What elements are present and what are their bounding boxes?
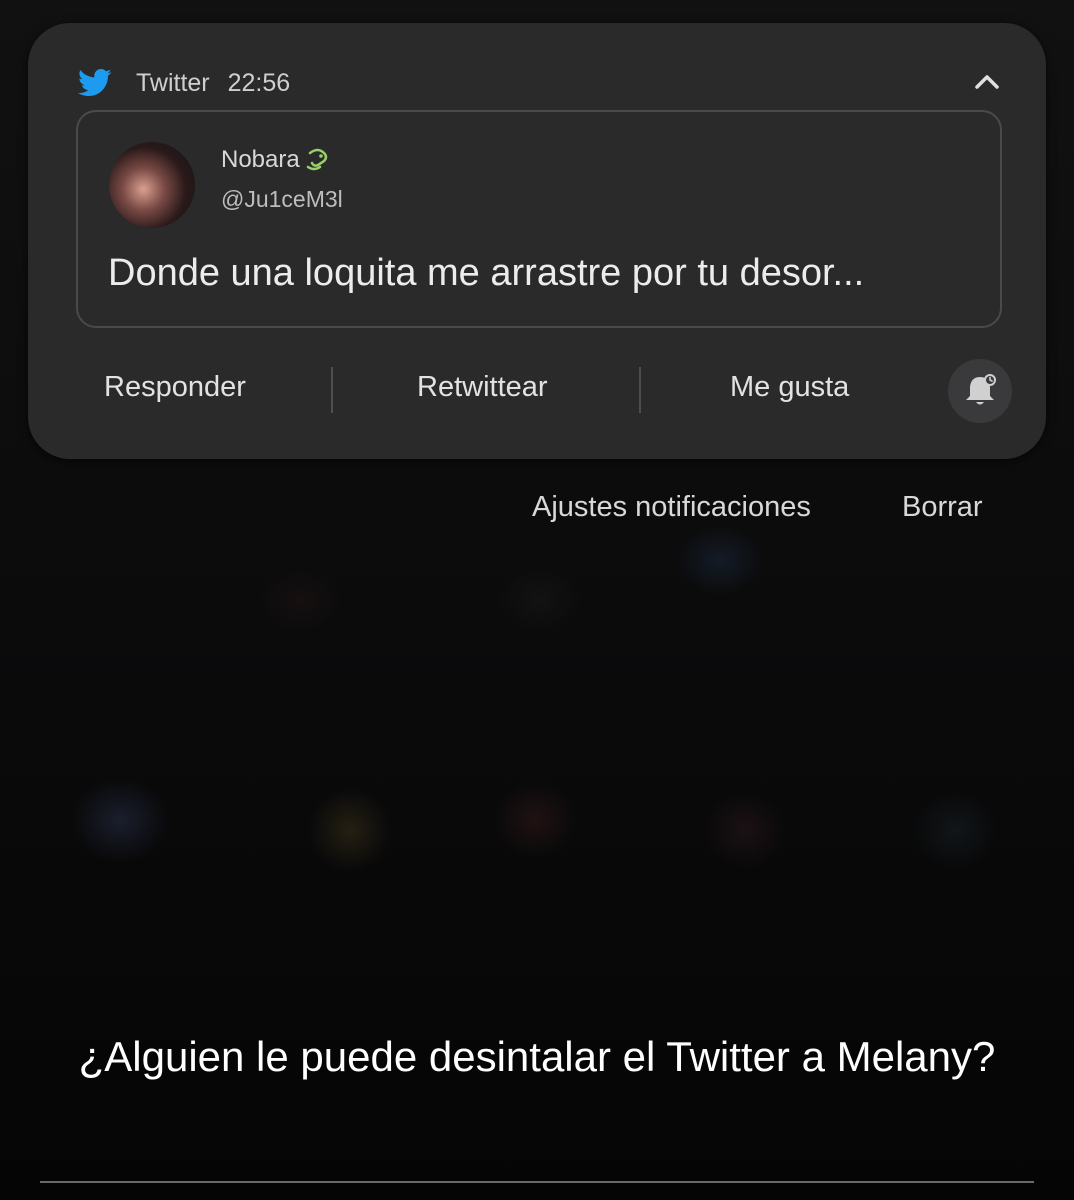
notification-time: 22:56: [227, 68, 291, 97]
notification-header: Twitter 22:56: [78, 65, 290, 101]
tweet-author-handle: @Ju1ceM3l: [221, 186, 343, 212]
app-name: Twitter: [136, 68, 210, 97]
lock-screen-background: Twitter 22:56 Nobara @Ju1ceM3l Donde una…: [0, 0, 1074, 1200]
notification-actions: Responder Retwittear Me gusta: [28, 359, 1046, 423]
avatar: [109, 142, 195, 228]
chevron-up-icon[interactable]: [970, 67, 1004, 97]
caption-text: ¿Alguien le puede desintalar el Twitter …: [78, 1033, 996, 1080]
action-divider: [639, 367, 641, 413]
notification-card[interactable]: Twitter 22:56 Nobara @Ju1ceM3l Donde una…: [28, 23, 1046, 459]
emoji-icon: [306, 148, 327, 171]
reply-button[interactable]: Responder: [104, 371, 246, 404]
twitter-bird-icon: [78, 68, 112, 97]
like-button[interactable]: Me gusta: [730, 371, 849, 404]
display-name-text: Nobara: [221, 146, 300, 173]
notification-settings-button[interactable]: Ajustes notificaciones: [532, 491, 811, 524]
tweet-author-name: Nobara: [221, 146, 332, 174]
tweet-text: Donde una loquita me arrastre por tu des…: [108, 252, 865, 294]
clear-notifications-button[interactable]: Borrar: [902, 491, 983, 524]
snooze-button[interactable]: [948, 359, 1012, 423]
bottom-divider: [40, 1181, 1034, 1183]
bell-snooze-icon: [966, 374, 996, 405]
retweet-button[interactable]: Retwittear: [417, 371, 548, 404]
action-divider: [331, 367, 333, 413]
tweet-preview[interactable]: Nobara @Ju1ceM3l Donde una loquita me ar…: [76, 110, 1002, 328]
